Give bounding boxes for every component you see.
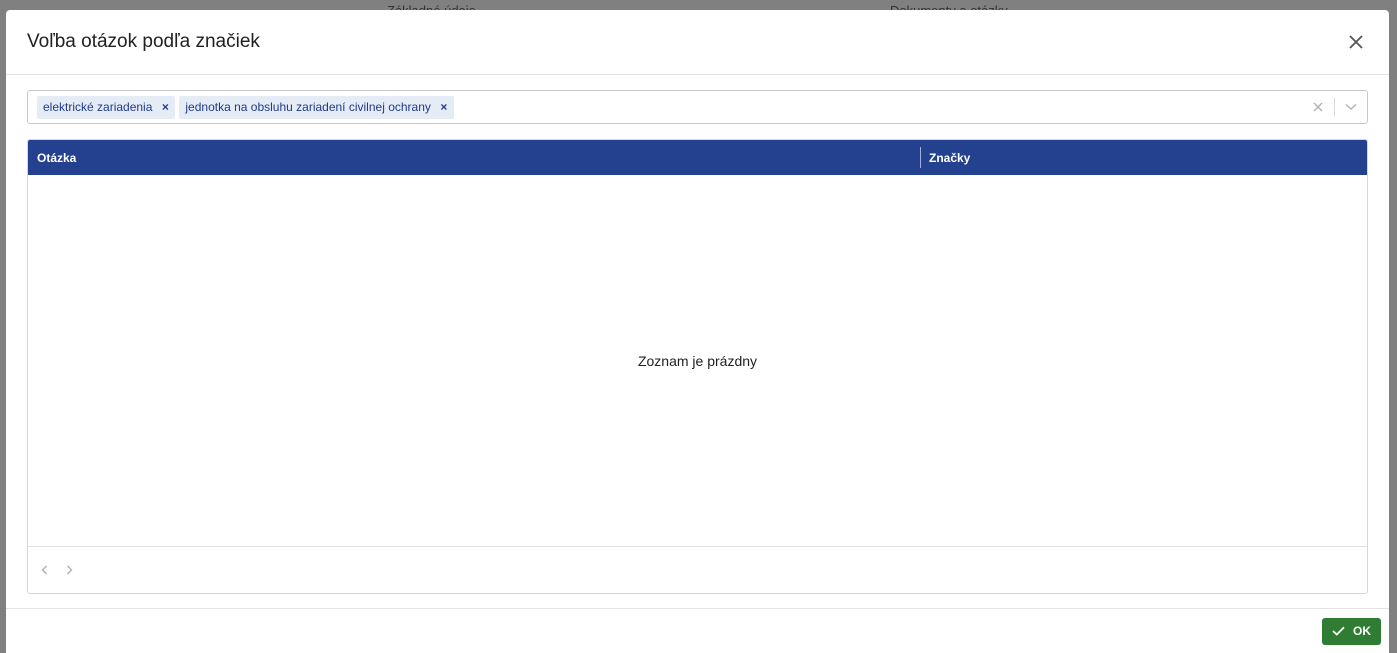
tag-chip: elektrické zariadenia × — [37, 95, 176, 119]
check-icon — [1332, 626, 1345, 636]
close-button[interactable] — [1342, 28, 1370, 56]
tag-selection-dialog: Voľba otázok podľa značiek elektrické za… — [6, 10, 1389, 653]
column-header-question[interactable]: Otázka — [28, 140, 920, 175]
clear-icon — [1313, 102, 1323, 112]
ok-button[interactable]: OK — [1322, 617, 1381, 645]
close-icon — [1349, 35, 1363, 49]
chevron-left-icon — [41, 565, 47, 575]
tag-remove-button[interactable]: × — [439, 100, 449, 114]
dialog-body: elektrické zariadenia × jednotka na obsl… — [6, 75, 1389, 594]
backdrop-tab-basic: Základné údaje — [387, 0, 476, 10]
backdrop-tab-documents: Dokumenty a otázky — [890, 0, 1008, 10]
chevron-right-icon — [66, 565, 72, 575]
grid-header: Otázka Značky — [28, 140, 1367, 175]
dropdown-toggle[interactable] — [1335, 103, 1367, 111]
empty-list-message: Zoznam je prázdny — [637, 352, 758, 369]
tag-chip-label: elektrické zariadenia — [43, 100, 153, 114]
dialog-title: Voľba otázok podľa značiek — [27, 31, 260, 52]
ok-button-label: OK — [1353, 624, 1371, 638]
clear-all-button[interactable] — [1302, 102, 1334, 112]
questions-grid: Otázka Značky Zoznam je prázdny — [27, 139, 1368, 594]
pagination — [28, 547, 1367, 593]
tag-chip: jednotka na obsluhu zariadení civilnej o… — [179, 95, 454, 119]
tag-chip-label: jednotka na obsluhu zariadení civilnej o… — [185, 100, 431, 114]
chevron-down-icon — [1345, 103, 1357, 111]
column-header-tags[interactable]: Značky — [921, 140, 1367, 175]
dialog-header: Voľba otázok podľa značiek — [6, 10, 1389, 75]
next-page-button[interactable] — [61, 562, 77, 578]
grid-body: Zoznam je prázdny — [28, 175, 1367, 547]
previous-page-button[interactable] — [36, 562, 52, 578]
select-controls — [1302, 91, 1367, 123]
dialog-footer: OK — [6, 608, 1389, 653]
tag-remove-button[interactable]: × — [160, 100, 170, 114]
tag-multiselect[interactable]: elektrické zariadenia × jednotka na obsl… — [27, 90, 1368, 124]
selected-tags: elektrické zariadenia × jednotka na obsl… — [37, 95, 1302, 119]
